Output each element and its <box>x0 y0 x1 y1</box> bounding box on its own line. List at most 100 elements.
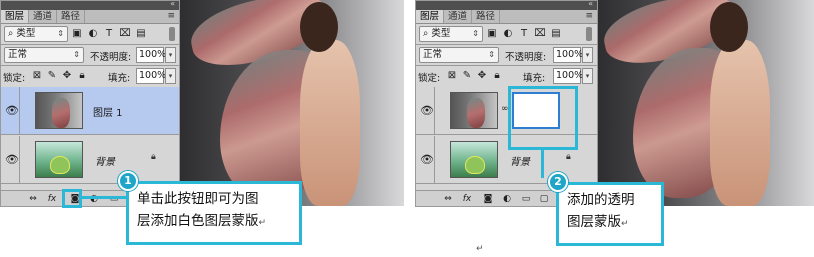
model-head <box>710 2 748 52</box>
smart-object-filter-icon[interactable]: ▤ <box>135 27 147 40</box>
eye-icon[interactable]: 👁︎ <box>5 104 19 117</box>
model-figure <box>710 40 770 206</box>
lock-paint-icon[interactable]: ✎ <box>46 69 58 82</box>
fill-stepper[interactable]: ▾ <box>165 68 176 84</box>
new-layer-icon[interactable]: ▢ <box>538 193 550 205</box>
fill-field[interactable]: 100% <box>553 68 583 84</box>
blend-row: 正常 ⇕ 不透明度: 100% ▾ <box>1 45 179 65</box>
filter-select[interactable]: ⌕ 类型 ⇕ <box>419 26 483 42</box>
collapse-icon[interactable]: « <box>588 0 593 8</box>
lock-transparency-icon[interactable]: ⊠ <box>31 69 43 82</box>
filter-select[interactable]: ⌕ 类型 ⇕ <box>4 26 68 42</box>
opacity-field[interactable]: 100% <box>553 47 583 63</box>
fill-label: 填充: <box>108 73 131 84</box>
opacity-stepper[interactable]: ▾ <box>165 47 176 63</box>
chevron-down-icon: ⇕ <box>57 29 64 38</box>
lock-icon: 🔒︎ <box>566 152 571 162</box>
lock-position-icon[interactable]: ✥ <box>476 69 488 82</box>
filter-label: 类型 <box>16 28 36 39</box>
return-mark-icon: ↵ <box>621 219 629 229</box>
tab-channels[interactable]: 通道 <box>29 10 58 23</box>
layer-name[interactable]: 背景 <box>95 153 115 168</box>
callout-box-2: 添加的透明 图层蒙版↵ <box>556 182 664 246</box>
adjustment-filter-icon[interactable]: ◐ <box>87 27 99 40</box>
fill-stepper[interactable]: ▾ <box>582 68 593 84</box>
callout-line: 图层蒙版↵ <box>567 214 629 230</box>
adjustment-icon[interactable]: ◐ <box>88 193 100 205</box>
blend-mode-select[interactable]: 正常 ⇕ <box>419 47 499 63</box>
shape-filter-icon[interactable]: ⌧ <box>119 27 131 40</box>
layer-thumbnail[interactable] <box>450 92 498 129</box>
image-filter-icon[interactable]: ▣ <box>486 27 498 40</box>
type-filter-icon[interactable]: T <box>518 27 530 40</box>
connector-line <box>541 150 544 178</box>
eye-icon[interactable]: 👁︎ <box>420 153 434 166</box>
tab-channels[interactable]: 通道 <box>444 10 473 23</box>
folder-icon[interactable]: ▭ <box>520 193 532 205</box>
type-filter-icon[interactable]: T <box>103 27 115 40</box>
layer-name[interactable]: 图层 1 <box>93 104 123 119</box>
filter-row: ⌕ 类型 ⇕ ▣ ◐ T ⌧ ▤ <box>1 24 179 44</box>
folder-icon[interactable]: ▭ <box>108 193 120 205</box>
tab-layers[interactable]: 图层 <box>416 10 445 23</box>
opacity-field[interactable]: 100% <box>136 47 166 63</box>
layer-row-1[interactable]: 👁︎ 图层 1 <box>1 87 179 135</box>
lock-paint-icon[interactable]: ✎ <box>461 69 473 82</box>
divider <box>434 136 435 183</box>
panel-titlebar: « <box>1 0 179 10</box>
blend-mode-value: 正常 <box>423 49 443 60</box>
image-filter-icon[interactable]: ▣ <box>71 27 83 40</box>
filter-toggle[interactable] <box>169 27 175 41</box>
lock-row: 锁定: ⊠ ✎ ✥ 🔒︎ 填充: 100% ▾ <box>416 66 597 86</box>
add-mask-icon[interactable]: ◙ <box>482 193 494 205</box>
opacity-stepper[interactable]: ▾ <box>582 47 593 63</box>
tab-paths[interactable]: 路径 <box>472 10 501 23</box>
layer-thumbnail[interactable] <box>450 141 498 178</box>
shape-filter-icon[interactable]: ⌧ <box>534 27 546 40</box>
opacity-label: 不透明度: <box>505 52 547 63</box>
chevron-down-icon: ⇕ <box>488 50 495 59</box>
connector-line <box>82 196 128 199</box>
divider <box>434 87 435 134</box>
tab-paths[interactable]: 路径 <box>57 10 86 23</box>
layer-thumbnail[interactable] <box>35 141 83 178</box>
callout-line: 单击此按钮即可为图 <box>137 191 259 207</box>
layer-row-background[interactable]: 👁︎ 背景 🔒︎ <box>1 136 179 184</box>
model-figure <box>300 40 360 206</box>
fx-icon[interactable]: fx <box>461 193 473 205</box>
callout-box-1: 单击此按钮即可为图 层添加白色图层蒙版↵ <box>126 181 302 245</box>
panel-menu-icon[interactable]: ≡ <box>167 11 175 21</box>
smart-object-filter-icon[interactable]: ▤ <box>550 27 562 40</box>
filter-label: 类型 <box>431 28 451 39</box>
blend-mode-select[interactable]: 正常 ⇕ <box>4 47 84 63</box>
layer-thumbnail[interactable] <box>35 92 83 129</box>
link-icon[interactable]: ⇔ <box>27 193 39 205</box>
layer-name[interactable]: 背景 <box>510 153 530 168</box>
tab-layers[interactable]: 图层 <box>1 10 30 23</box>
lock-label: 锁定: <box>418 73 441 84</box>
search-icon: ⌕ <box>423 28 429 39</box>
filter-toggle[interactable] <box>586 27 592 41</box>
panel-menu-icon[interactable]: ≡ <box>585 11 593 21</box>
lock-position-icon[interactable]: ✥ <box>61 69 73 82</box>
return-mark-icon: ↵ <box>476 244 484 254</box>
callout-line: 添加的透明 <box>567 192 635 208</box>
adjustment-filter-icon[interactable]: ◐ <box>502 27 514 40</box>
adjustment-icon[interactable]: ◐ <box>501 193 513 205</box>
divider <box>19 136 20 183</box>
collapse-icon[interactable]: « <box>170 0 175 8</box>
lock-label: 锁定: <box>3 73 26 84</box>
return-mark-icon: ↵ <box>258 218 267 228</box>
filter-row: ⌕ 类型 ⇕ ▣ ◐ T ⌧ ▤ <box>416 24 597 44</box>
fill-field[interactable]: 100% <box>136 68 166 84</box>
eye-icon[interactable]: 👁︎ <box>420 104 434 117</box>
link-icon[interactable]: ⇔ <box>442 193 454 205</box>
panel-tabs: 图层 通道 路径 ≡ <box>1 10 179 24</box>
lock-transparency-icon[interactable]: ⊠ <box>446 69 458 82</box>
add-mask-highlight <box>62 189 82 208</box>
fx-icon[interactable]: fx <box>46 193 58 205</box>
lock-all-icon[interactable]: 🔒︎ <box>76 69 88 82</box>
left-photo-canvas <box>180 0 404 206</box>
eye-icon[interactable]: 👁︎ <box>5 153 19 166</box>
lock-all-icon[interactable]: 🔒︎ <box>491 69 503 82</box>
